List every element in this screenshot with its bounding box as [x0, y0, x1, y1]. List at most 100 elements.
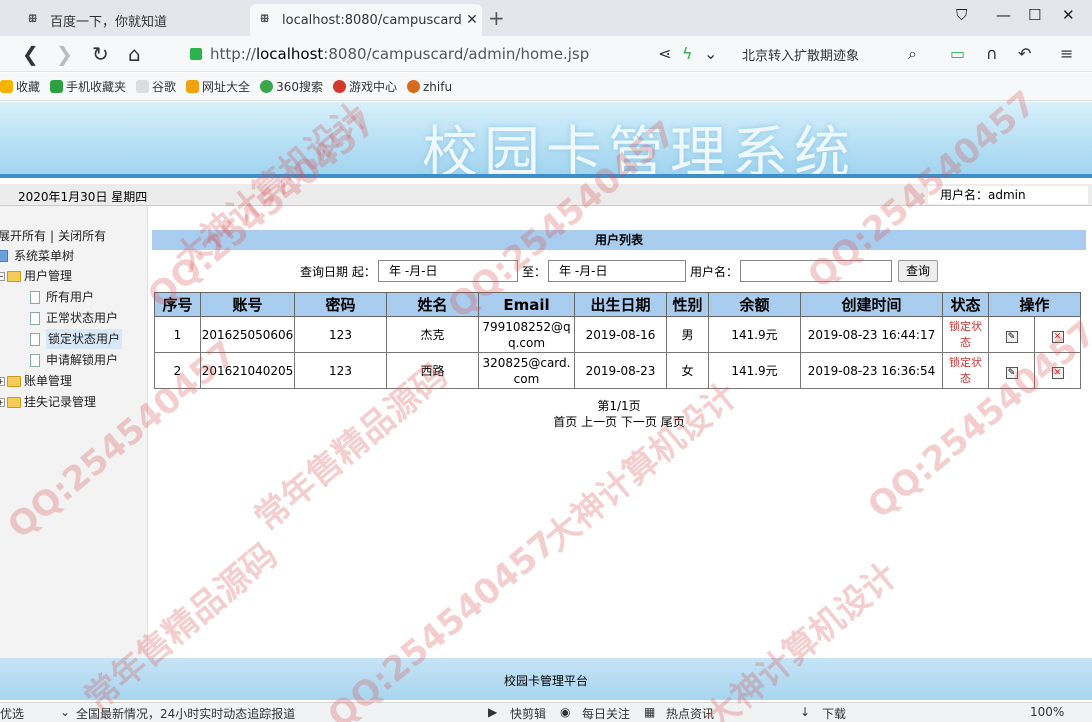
search-suggestion: 北京转入扩散期迹象 [742, 48, 860, 64]
news-ticker[interactable]: 全国最新情况，24小时实时动态追踪报道 [76, 705, 295, 722]
tab-baidu[interactable]: ꕥ 百度一下，你就知道 [18, 4, 248, 36]
tree-normal-users[interactable]: 正常状态用户 [30, 308, 118, 328]
column-header: 密码 [294, 292, 387, 317]
banner-divider [0, 174, 1092, 178]
delete-icon[interactable]: ✕ [1051, 330, 1064, 343]
chevron-down-icon[interactable]: ⌄ [60, 705, 70, 719]
lightning-icon[interactable]: ϟ [682, 44, 693, 63]
username-input[interactable] [740, 260, 892, 282]
tab-title: 百度一下，你就知道 [50, 14, 168, 30]
tree-user-mgmt[interactable]: − 用户管理 [0, 266, 72, 286]
pagination: 第1/1页 首页 上一页 下一页 尾页 [152, 398, 1086, 430]
edit-icon[interactable]: ✎ [1005, 366, 1018, 379]
bookmark-label: 网址大全 [202, 80, 251, 94]
reload-icon[interactable]: ↻ [92, 42, 109, 66]
cell-name: 西路 [386, 352, 479, 389]
bookmark-label: 360搜索 [276, 80, 323, 94]
current-date: 2020年1月30日 星期四 [18, 190, 148, 204]
forward-icon[interactable]: ❯ [56, 42, 73, 66]
play-icon[interactable]: ◉ [560, 705, 570, 719]
address-bar[interactable]: http://localhost:8080/campuscard/admin/h… [180, 40, 700, 68]
cell-balance: 141.9元 [708, 316, 801, 353]
tree-root[interactable]: 系统菜单树 [0, 246, 74, 266]
chevron-down-icon[interactable]: ⌄ [704, 44, 717, 63]
shirt-icon[interactable]: ⛉ [956, 6, 967, 24]
menu-icon[interactable]: ≡ [1060, 44, 1073, 63]
cell-email: 799108252@qq.com [478, 316, 575, 353]
bookmark-favorites[interactable]: 收藏 [0, 78, 40, 95]
collapse-all-link[interactable]: 关闭所有 [58, 226, 106, 246]
new-tab-icon[interactable]: + [488, 6, 505, 30]
cell-created: 2019-08-23 16:36:54 [800, 352, 943, 389]
first-page-link[interactable]: 首页 [553, 415, 577, 429]
bookmark-zhifu[interactable]: zhifu [406, 80, 452, 94]
paw-icon: ꕥ [260, 14, 270, 25]
query-button[interactable]: 查询 [898, 260, 938, 282]
cell-delete: ✕ [1034, 316, 1081, 353]
clip-icon[interactable]: ▶ [488, 705, 497, 719]
bookmark-label: 谷歌 [152, 80, 177, 94]
undo-icon[interactable]: ↶ [1018, 44, 1031, 63]
tree-unlock-request[interactable]: 申请解锁用户 [30, 350, 118, 370]
last-page-link[interactable]: 尾页 [661, 415, 685, 429]
tab-localhost[interactable]: ꕥ localhost:8080/campuscard/a ✕ [250, 4, 482, 36]
sidebar: 展开所有 | 关闭所有 系统菜单树 − 用户管理 所有用户 正常状态用户 锁定状… [0, 206, 148, 658]
search-icon[interactable]: ⌕ [908, 44, 917, 64]
back-icon[interactable]: ❮ [22, 42, 39, 66]
status-item[interactable]: 每日关注 [582, 705, 630, 722]
bookmark-games[interactable]: 游戏中心 [332, 78, 397, 95]
download-icon[interactable]: ↓ [800, 705, 810, 719]
date-to-input[interactable]: 年 -月-日 [548, 260, 686, 282]
close-window-icon[interactable]: ✕ [1062, 6, 1075, 24]
home-icon[interactable]: ⌂ [128, 42, 141, 66]
expand-icon[interactable]: + [0, 376, 5, 386]
tree-all-users[interactable]: 所有用户 [30, 287, 94, 307]
news-icon[interactable]: ▦ [644, 705, 655, 719]
next-page-link[interactable]: 下一页 [621, 415, 657, 429]
status-item[interactable]: 下载 [822, 705, 846, 722]
bookmark-google[interactable]: 谷歌 [136, 78, 176, 95]
table-row: 2 201621040205 123 西路 320825@card.com 20… [154, 352, 1081, 389]
share-icon[interactable]: ⋖ [658, 44, 671, 63]
tree-label-selected: 锁定状态用户 [46, 329, 123, 349]
page-icon [30, 290, 40, 304]
cell-delete: ✕ [1034, 352, 1081, 389]
bookmark-360[interactable]: 360搜索 [260, 78, 323, 95]
battery-icon[interactable]: ▭ [950, 44, 965, 63]
tree-label: 账单管理 [24, 374, 73, 388]
bookmark-hao[interactable]: 网址大全 [186, 78, 250, 95]
status-link[interactable]: 锁定状态 [942, 316, 989, 353]
cell-password: 123 [294, 352, 387, 389]
collapse-icon[interactable]: − [0, 271, 5, 281]
status-link[interactable]: 锁定状态 [942, 352, 989, 389]
expand-icon[interactable]: + [0, 397, 5, 407]
tree-loss-mgmt[interactable]: + 挂失记录管理 [0, 392, 96, 412]
close-tab-icon[interactable]: ✕ [462, 12, 482, 28]
page-icon [136, 80, 150, 93]
bookmark-mobile[interactable]: 手机收藏夹 [50, 78, 126, 95]
star-icon [0, 80, 13, 93]
globe-icon [406, 80, 420, 93]
headphones-icon[interactable]: ∩ [986, 44, 998, 63]
date-from-input[interactable]: 年 -月-日 [378, 260, 518, 282]
expand-all-link[interactable]: 展开所有 [0, 226, 46, 246]
tree-locked-users[interactable]: 锁定状态用户 [30, 329, 123, 349]
table-row: 1 201625050606 123 杰克 799108252@qq.com 2… [154, 316, 1081, 353]
maximize-icon[interactable]: ☐ [1028, 6, 1041, 24]
zoom-level[interactable]: 100% [1030, 705, 1064, 719]
cell-gender: 男 [666, 316, 709, 353]
date-to-label: 至： [522, 265, 547, 279]
status-item[interactable]: 快剪辑 [510, 705, 546, 722]
minimize-icon[interactable]: — [996, 6, 1011, 24]
tree-label: 正常状态用户 [46, 311, 119, 325]
search-box[interactable]: 北京转入扩散期迹象 [730, 40, 930, 68]
edit-icon[interactable]: ✎ [1005, 330, 1018, 343]
status-left[interactable]: 优选 [0, 705, 24, 722]
prev-page-link[interactable]: 上一页 [581, 415, 617, 429]
status-item[interactable]: 热点资讯 [666, 705, 714, 722]
column-header: 性别 [666, 292, 709, 317]
separator: | [50, 229, 55, 243]
tree-root-label: 系统菜单树 [14, 249, 75, 263]
delete-icon[interactable]: ✕ [1051, 366, 1064, 379]
tree-bill-mgmt[interactable]: + 账单管理 [0, 371, 72, 391]
